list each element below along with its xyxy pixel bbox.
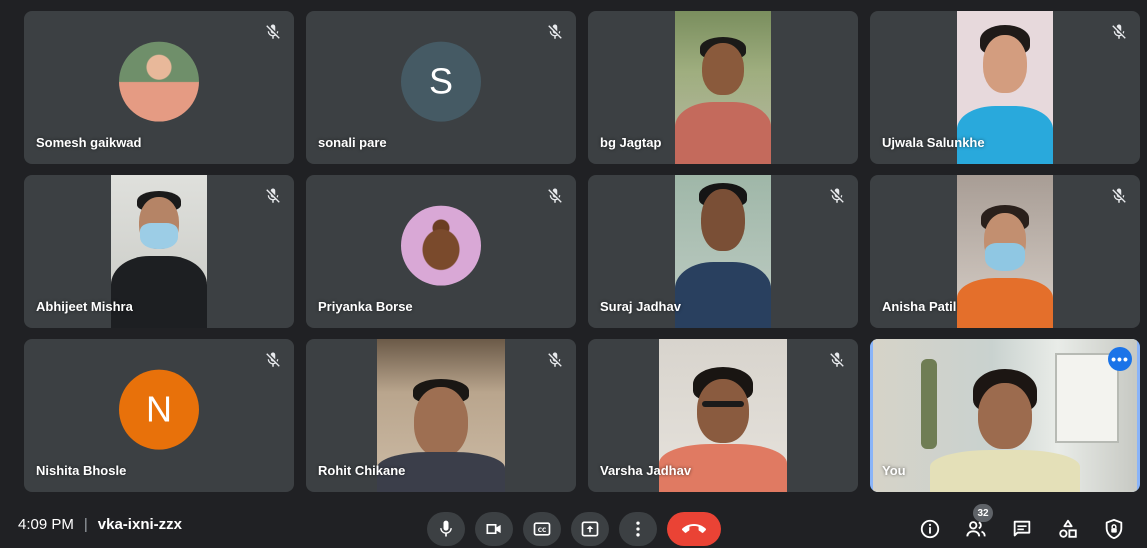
avatar: S [401, 41, 481, 122]
participant-name: bg Jagtap [600, 135, 662, 150]
bottom-toolbar: 4:09 PM | vka-ixni-zzx CC 32 [0, 504, 1147, 548]
participant-tile[interactable]: Varsha Jadhav [588, 339, 858, 492]
video-feed [675, 11, 771, 164]
info-icon [920, 519, 940, 539]
chat-button[interactable] [1003, 512, 1041, 546]
present-icon [581, 521, 599, 537]
meeting-details-button[interactable] [911, 512, 949, 546]
participant-name: Varsha Jadhav [600, 463, 692, 478]
mic-off-icon [1112, 188, 1126, 203]
video-feed [873, 339, 1137, 492]
mic-off-icon [548, 352, 562, 367]
cc-icon: CC [533, 522, 551, 536]
more-options-button[interactable] [619, 512, 657, 546]
people-count-badge: 32 [973, 504, 993, 522]
meeting-details: 4:09 PM | vka-ixni-zzx [18, 516, 182, 533]
activities-icon [1059, 519, 1077, 538]
participant-tile[interactable]: bg Jagtap [588, 11, 858, 164]
host-controls-button[interactable] [1095, 512, 1133, 546]
participant-tile[interactable]: Rohit Chikane [306, 339, 576, 492]
camera-button[interactable] [475, 512, 513, 546]
avatar: N [119, 369, 199, 450]
participant-name: Suraj Jadhav [600, 299, 681, 314]
separator: | [83, 516, 88, 533]
clock: 4:09 PM [18, 516, 74, 533]
microphone-button[interactable] [427, 512, 465, 546]
present-button[interactable] [571, 512, 609, 546]
video-feed [675, 175, 771, 328]
mic-off-icon [548, 188, 562, 203]
participant-tile[interactable]: Ujwala Salunkhe [870, 11, 1140, 164]
participant-name: Ujwala Salunkhe [882, 135, 985, 150]
participant-name: sonali pare [318, 135, 387, 150]
participant-name: Priyanka Borse [318, 299, 413, 314]
activities-button[interactable] [1049, 512, 1087, 546]
mic-off-icon [830, 352, 844, 367]
participant-name: Nishita Bhosle [36, 463, 127, 478]
chat-icon [1013, 520, 1031, 537]
participant-name: You [882, 463, 906, 478]
leave-call-button[interactable] [667, 512, 721, 546]
participant-tile[interactable]: Suraj Jadhav [588, 175, 858, 328]
mic-icon [440, 520, 452, 537]
participant-tile[interactable]: Priyanka Borse [306, 175, 576, 328]
call-controls: CC [427, 512, 721, 546]
mic-off-icon [830, 188, 844, 203]
participant-name: Anisha Patil [882, 299, 957, 314]
participant-tile[interactable]: Somesh gaikwad [24, 11, 294, 164]
participant-name: Somesh gaikwad [36, 135, 142, 150]
shield-lock-icon [1105, 518, 1123, 540]
more-options-button[interactable]: ••• [1108, 347, 1132, 371]
call-end-icon [682, 524, 706, 533]
participant-name: Rohit Chikane [318, 463, 406, 478]
avatar [119, 41, 199, 122]
participant-tile[interactable]: Anisha Patil [870, 175, 1140, 328]
participant-name: Abhijeet Mishra [36, 299, 133, 314]
participant-tile[interactable]: N Nishita Bhosle [24, 339, 294, 492]
participant-grid: Somesh gaikwad S sonali pare bg Jagtap U… [24, 11, 1140, 492]
people-button[interactable]: 32 [957, 504, 995, 546]
self-view-tile[interactable]: ••• You [870, 339, 1140, 492]
meeting-code: vka-ixni-zzx [97, 516, 182, 533]
captions-button[interactable]: CC [523, 512, 561, 546]
mic-off-icon [548, 24, 562, 39]
mic-off-icon [266, 24, 280, 39]
side-panel-controls: 32 [911, 504, 1133, 546]
videocam-icon [486, 524, 501, 534]
mic-off-icon [1112, 24, 1126, 39]
mic-off-icon [266, 188, 280, 203]
avatar [401, 205, 481, 286]
video-feed [957, 175, 1053, 328]
more-vert-icon [636, 521, 640, 537]
participant-tile[interactable]: S sonali pare [306, 11, 576, 164]
participant-tile[interactable]: Abhijeet Mishra [24, 175, 294, 328]
meet-window: Somesh gaikwad S sonali pare bg Jagtap U… [0, 0, 1147, 548]
svg-text:CC: CC [538, 528, 547, 534]
mic-off-icon [266, 352, 280, 367]
